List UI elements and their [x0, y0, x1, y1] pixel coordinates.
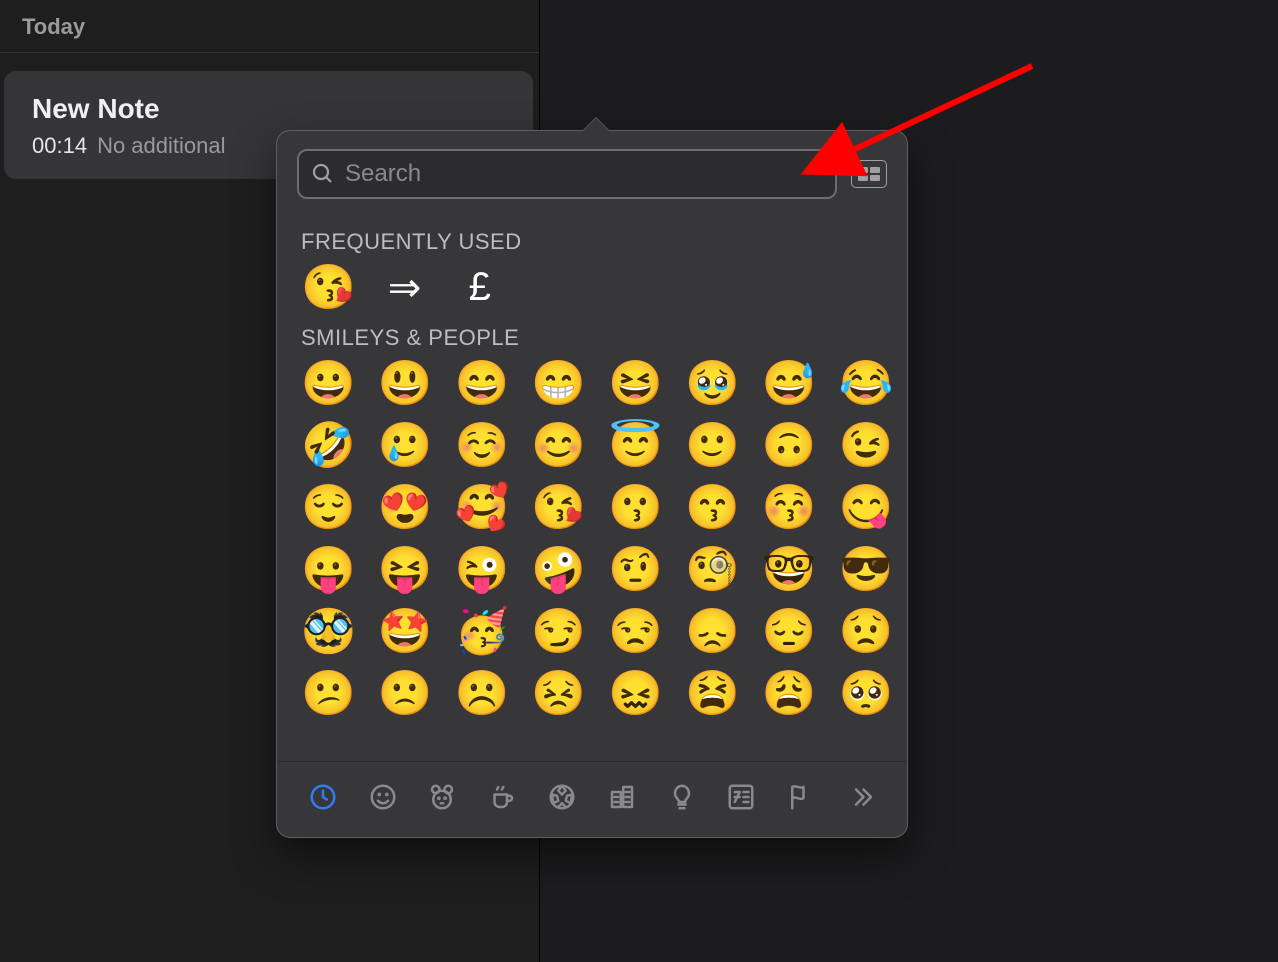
emoji-item[interactable]: 😌 [301, 485, 356, 529]
emoji-item[interactable]: 😍 [378, 485, 433, 529]
emoji-item[interactable]: 😔 [762, 609, 817, 653]
category-objects[interactable] [662, 780, 702, 820]
emoji-item[interactable]: 😕 [301, 671, 356, 715]
character-picker-popover: FREQUENTLY USED 😘 ⇒ £ SMILEYS & PEOPLE 😀 😃 😄… [276, 130, 908, 838]
flag-icon [786, 782, 816, 817]
frequent-item[interactable]: ⇒ [378, 265, 431, 311]
category-more[interactable] [841, 780, 881, 820]
keyboard-grid-icon [858, 167, 880, 181]
emoji-item[interactable]: 😅 [762, 361, 817, 405]
emoji-item[interactable]: ☺️ [455, 423, 510, 467]
smiley-icon [368, 782, 398, 817]
emoji-item[interactable]: 🙃 [762, 423, 817, 467]
category-activity[interactable] [542, 780, 582, 820]
clock-icon [308, 782, 338, 817]
emoji-item[interactable]: 🥳 [455, 609, 510, 653]
category-symbols[interactable] [721, 780, 761, 820]
emoji-item[interactable]: 😝 [378, 547, 433, 591]
emoji-item[interactable]: 😙 [685, 485, 740, 529]
note-preview: No additional [97, 133, 225, 158]
emoji-item[interactable]: 😇 [608, 423, 663, 467]
category-food-drink[interactable] [482, 780, 522, 820]
note-title: New Note [32, 93, 505, 125]
note-time: 00:14 [32, 133, 87, 158]
emoji-item[interactable]: 🤓 [762, 547, 817, 591]
emoji-item[interactable]: 🥸 [301, 609, 356, 653]
emoji-item[interactable]: 😎 [839, 547, 894, 591]
more-icon [846, 782, 876, 817]
emoji-item[interactable]: 😖 [608, 671, 663, 715]
emoji-item[interactable]: 😉 [839, 423, 894, 467]
emoji-item[interactable]: 😏 [531, 609, 586, 653]
emoji-item[interactable]: 🤣 [301, 423, 356, 467]
frequent-item[interactable]: 😘 [301, 265, 356, 311]
emoji-item[interactable]: ☹️ [455, 671, 510, 715]
bear-icon [427, 782, 457, 817]
emoji-item[interactable]: 😊 [531, 423, 586, 467]
emoji-item[interactable]: 😟 [839, 609, 894, 653]
search-icon [311, 162, 335, 186]
emoji-item[interactable]: 🤩 [378, 609, 433, 653]
frequently-used-row: 😘 ⇒ £ [301, 265, 883, 311]
search-input[interactable] [345, 160, 823, 188]
category-animals-nature[interactable] [422, 780, 462, 820]
category-footer [277, 761, 907, 837]
emoji-item[interactable]: 😄 [455, 361, 510, 405]
emoji-item[interactable]: 😃 [378, 361, 433, 405]
emoji-item[interactable]: 😛 [301, 547, 356, 591]
emoji-item[interactable]: 🤨 [608, 547, 663, 591]
emoji-item[interactable]: 😫 [685, 671, 740, 715]
symbols-icon [726, 782, 756, 817]
emoji-item[interactable]: 😞 [685, 609, 740, 653]
category-travel-places[interactable] [602, 780, 642, 820]
emoji-item[interactable]: 😀 [301, 361, 356, 405]
emoji-item[interactable]: 🥺 [839, 671, 894, 715]
section-today-header: Today [0, 0, 539, 53]
smileys-grid: 😀😃😄😁😆🥹😅😂🤣🥲☺️😊😇🙂🙃😉😌😍🥰😘😗😙😚😋😛😝😜🤪🤨🧐🤓😎🥸🤩🥳😏😒😞😔… [301, 361, 883, 715]
picker-header [277, 131, 907, 209]
emoji-item[interactable]: 🙁 [378, 671, 433, 715]
emoji-item[interactable]: 😚 [762, 485, 817, 529]
emoji-item[interactable]: 😜 [455, 547, 510, 591]
category-smileys-people[interactable] [363, 780, 403, 820]
emoji-item[interactable]: 😩 [762, 671, 817, 715]
frequently-used-label: FREQUENTLY USED [301, 229, 883, 255]
emoji-item[interactable]: 😂 [839, 361, 894, 405]
category-flags[interactable] [781, 780, 821, 820]
frequent-item[interactable]: £ [453, 265, 506, 311]
emoji-item[interactable]: 🧐 [685, 547, 740, 591]
emoji-item[interactable]: 🥲 [378, 423, 433, 467]
emoji-item[interactable]: 😘 [531, 485, 586, 529]
emoji-item[interactable]: 🙂 [685, 423, 740, 467]
soccer-icon [547, 782, 577, 817]
emoji-item[interactable]: 😋 [839, 485, 894, 529]
emoji-item[interactable]: 🥰 [455, 485, 510, 529]
picker-body[interactable]: FREQUENTLY USED 😘 ⇒ £ SMILEYS & PEOPLE 😀 😃 😄… [277, 209, 907, 761]
smileys-people-label: SMILEYS & PEOPLE [301, 325, 883, 351]
expand-picker-button[interactable] [851, 160, 887, 188]
emoji-item[interactable]: 😣 [531, 671, 586, 715]
emoji-item[interactable]: 🤪 [531, 547, 586, 591]
emoji-item[interactable]: 😆 [608, 361, 663, 405]
search-field-wrap[interactable] [297, 149, 837, 199]
emoji-item[interactable]: 😒 [608, 609, 663, 653]
emoji-item[interactable]: 😁 [531, 361, 586, 405]
cup-icon [487, 782, 517, 817]
bulb-icon [667, 782, 697, 817]
building-icon [607, 782, 637, 817]
emoji-item[interactable]: 🥹 [685, 361, 740, 405]
category-frequently-used[interactable] [303, 780, 343, 820]
emoji-item[interactable]: 😗 [608, 485, 663, 529]
